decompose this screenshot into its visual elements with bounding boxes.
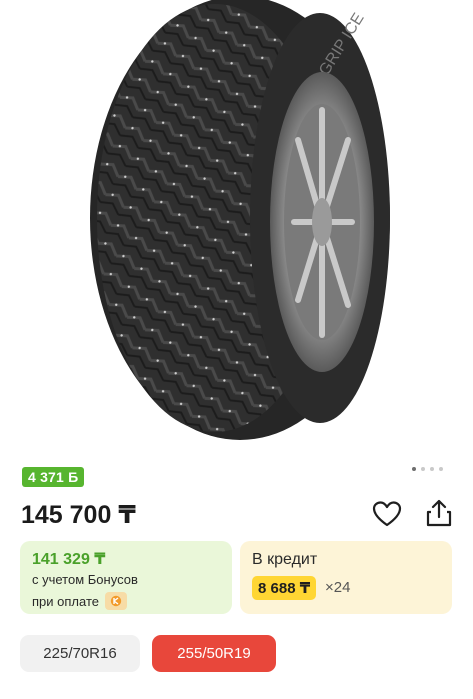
share-icon	[426, 499, 452, 527]
product-price: 145 700 ₸	[21, 501, 136, 529]
pager-dot	[421, 467, 425, 471]
payment-note: при оплате	[32, 592, 127, 610]
heart-icon	[372, 501, 402, 527]
pager-dot	[439, 467, 443, 471]
pager-dot	[430, 467, 434, 471]
credit-title: В кредит	[252, 551, 318, 568]
size-option-255-50r19[interactable]: 255/50R19	[152, 635, 276, 672]
bonus-price: 141 329 ₸	[32, 551, 106, 568]
payment-note-text: при оплате	[32, 593, 99, 609]
pager-dot	[412, 467, 416, 471]
favorite-button[interactable]	[372, 500, 402, 528]
product-image[interactable]: ULTRAGRIP ICE	[0, 0, 473, 455]
size-option-225-70r16[interactable]: 225/70R16	[20, 635, 140, 672]
credit-months: ×24	[325, 579, 351, 596]
bonus-badge: 4 371 Б	[22, 467, 85, 487]
kaspi-logo-icon	[104, 592, 127, 610]
bonus-price-card[interactable]: 141 329 ₸ с учетом Бонусов при оплате	[20, 541, 232, 614]
share-button[interactable]	[425, 498, 453, 528]
monthly-payment: 8 688 ₸	[252, 576, 317, 600]
gallery-pager	[412, 467, 443, 471]
bonus-note: с учетом Бонусов	[32, 572, 138, 587]
credit-card[interactable]: В кредит 8 688 ₸ ×24	[240, 541, 452, 614]
